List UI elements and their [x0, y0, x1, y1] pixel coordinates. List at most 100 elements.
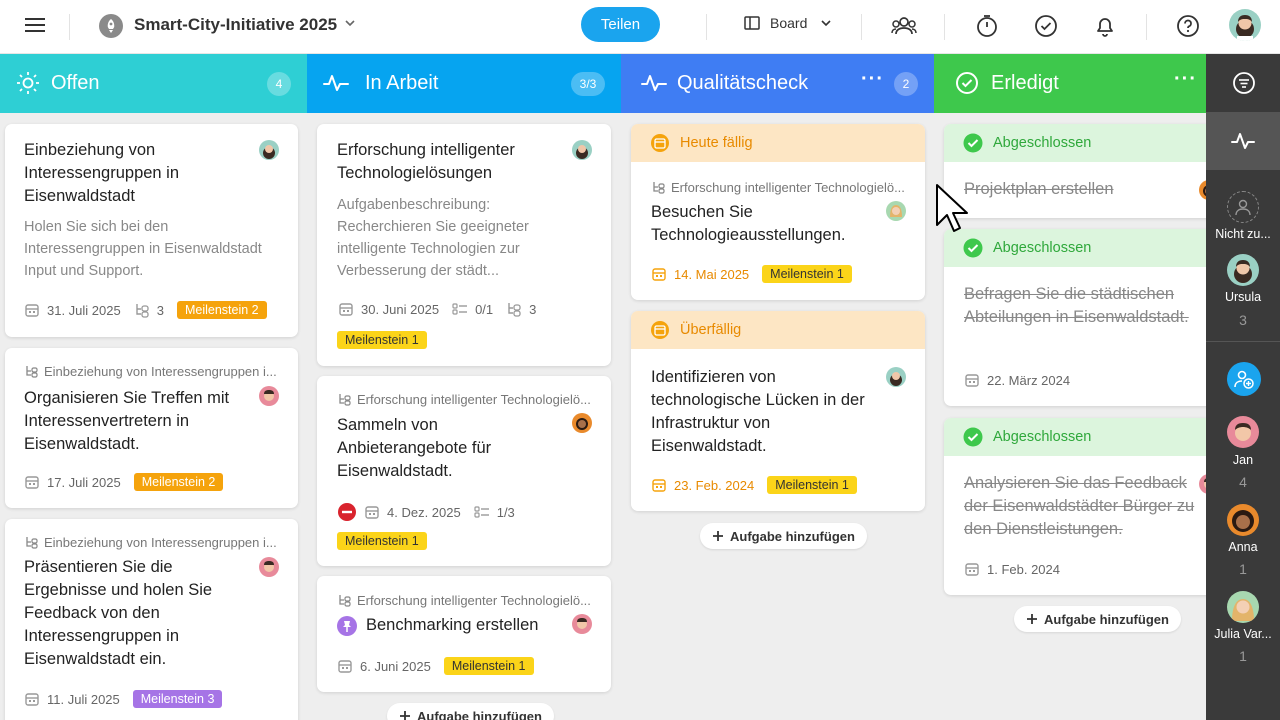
sidebar-user-avatar[interactable]: [1227, 591, 1259, 623]
milestone-badge[interactable]: Meilenstein 2: [133, 473, 224, 491]
task-date: 30. Juni 2025: [361, 301, 440, 317]
sidebar-user-avatar[interactable]: [1227, 504, 1259, 536]
task-card[interactable]: Erforschung intelligenter Technologielös…: [317, 124, 611, 366]
view-selector[interactable]: Board: [744, 15, 831, 31]
task-card[interactable]: Heute fällig Erforschung intelligenter T…: [631, 124, 925, 300]
parent-task: Einbeziehung von Interessengruppen i...: [24, 364, 279, 379]
task-card[interactable]: Abgeschlossen Projektplan erstellen: [944, 124, 1206, 218]
chevron-down-icon[interactable]: [345, 19, 355, 27]
rocket-icon: [98, 13, 124, 39]
column-header-erledigt[interactable]: Erledigt ···: [934, 54, 1206, 113]
due-today-banner: Heute fällig: [631, 124, 925, 162]
task-date: 31. Juli 2025: [47, 302, 121, 318]
task-card[interactable]: Abgeschlossen Befragen Sie die städtisch…: [944, 229, 1206, 406]
share-button[interactable]: Teilen: [581, 7, 660, 42]
assignee-avatar[interactable]: [259, 140, 279, 160]
task-title: Präsentieren Sie die Ergebnisse und hole…: [24, 558, 213, 668]
add-user-button[interactable]: [1227, 362, 1261, 396]
pin-icon: [337, 616, 357, 636]
task-title: Besuchen Sie Technologieausstellungen.: [651, 203, 846, 244]
overdue-banner: Überfällig: [631, 311, 925, 349]
more-options-icon[interactable]: ···: [1174, 68, 1197, 91]
add-user-icon: [1234, 370, 1254, 389]
check-circle-icon: [963, 238, 983, 258]
milestone-badge[interactable]: Meilenstein 1: [337, 331, 427, 349]
more-options-icon[interactable]: ···: [861, 68, 884, 91]
unassigned-avatar[interactable]: [1227, 191, 1259, 223]
add-task-button[interactable]: Aufgabe hinzufügen: [1014, 606, 1181, 632]
completed-banner: Abgeschlossen: [944, 418, 1206, 456]
task-meta: 23. Feb. 2024 Meilenstein 1: [651, 476, 857, 494]
mouse-cursor-icon: [935, 183, 971, 235]
calendar-icon: [365, 506, 379, 519]
check-circle-icon[interactable]: [1032, 12, 1060, 40]
milestone-badge[interactable]: Meilenstein 1: [767, 476, 857, 494]
calendar-icon: [651, 321, 669, 339]
filter-icon[interactable]: [1232, 71, 1256, 95]
task-card[interactable]: Einbeziehung von Interessengruppen i... …: [5, 348, 298, 508]
divider: [1146, 14, 1147, 40]
assignee-avatar[interactable]: [886, 367, 906, 387]
add-task-button[interactable]: Aufgabe hinzufügen: [387, 703, 554, 720]
assignee-avatar[interactable]: [259, 557, 279, 577]
milestone-badge[interactable]: Meilenstein 2: [176, 301, 267, 319]
column-title: Offen: [51, 72, 100, 94]
project-title[interactable]: Smart-City-Initiative 2025: [134, 15, 337, 35]
task-meta: 22. März 2024: [964, 372, 1070, 388]
column-count: 3/3: [571, 72, 605, 96]
blocked-icon[interactable]: [337, 502, 357, 522]
plus-icon: [400, 711, 410, 720]
menu-icon[interactable]: [25, 17, 45, 33]
checklist-icon: [474, 506, 489, 518]
subtask-icon: [339, 594, 351, 607]
task-card[interactable]: Einbeziehung von Interessengruppen in Ei…: [5, 124, 298, 337]
sidebar-user-avatar[interactable]: [1227, 254, 1259, 286]
timer-icon[interactable]: [973, 12, 1001, 40]
divider: [706, 14, 707, 40]
activity-tab[interactable]: [1206, 112, 1280, 170]
assignee-avatar[interactable]: [886, 201, 906, 221]
add-task-button[interactable]: Aufgabe hinzufügen: [700, 523, 867, 549]
task-title: Benchmarking erstellen: [366, 616, 539, 634]
column-header-offen[interactable]: Offen 4: [0, 54, 307, 113]
task-card[interactable]: Erforschung intelligenter Technologielö.…: [317, 576, 611, 692]
task-card[interactable]: Erforschung intelligenter Technologielö.…: [317, 376, 611, 566]
parent-task-label: Erforschung intelligenter Technologielö.…: [357, 593, 591, 608]
activity-icon: [641, 75, 667, 91]
milestone-badge[interactable]: Meilenstein 3: [132, 690, 223, 708]
user-avatar[interactable]: [1229, 9, 1261, 41]
sidebar-user-name: Nicht zu...: [1215, 227, 1271, 241]
checklist-icon: [452, 303, 468, 315]
milestone-badge[interactable]: Meilenstein 1: [337, 532, 427, 550]
task-card[interactable]: Einbeziehung von Interessengruppen i... …: [5, 519, 298, 720]
task-card[interactable]: Abgeschlossen Analysieren Sie das Feedba…: [944, 418, 1206, 595]
milestone-badge[interactable]: Meilenstein 1: [443, 657, 534, 675]
view-label: Board: [770, 15, 808, 31]
column-header-qualitaetscheck[interactable]: Qualitätscheck ··· 2: [621, 54, 934, 113]
task-description: Recherchieren Sie geeigneter intelligent…: [337, 219, 529, 279]
assignee-avatar[interactable]: [572, 413, 592, 433]
check-circle-icon: [963, 427, 983, 447]
activity-icon: [323, 75, 349, 91]
banner-label: Heute fällig: [680, 135, 753, 151]
task-title: Erforschung intelligenter Technologielös…: [337, 141, 515, 182]
assignee-avatar[interactable]: [572, 614, 592, 634]
assignee-avatar[interactable]: [259, 386, 279, 406]
sidebar-user-name: Anna: [1228, 540, 1258, 554]
task-title: Sammeln von Anbieterangebote für Eisenwa…: [337, 416, 492, 480]
sidebar-user-avatar[interactable]: [1227, 416, 1259, 448]
assignee-avatar[interactable]: [572, 140, 592, 160]
column-in-arbeit: In Arbeit 3/3 Erforschung intelligenter …: [307, 54, 621, 720]
task-card[interactable]: Überfällig Identifizieren von technologi…: [631, 311, 925, 511]
bell-icon[interactable]: [1091, 12, 1119, 40]
calendar-icon: [651, 134, 669, 152]
milestone-badge[interactable]: Meilenstein 1: [762, 265, 852, 283]
task-date: 1. Feb. 2024: [987, 561, 1060, 577]
task-meta: 17. Juli 2025 Meilenstein 2: [24, 473, 224, 491]
help-icon[interactable]: [1174, 12, 1202, 40]
task-date: 6. Juni 2025: [360, 658, 431, 674]
subtask-count: 3: [156, 302, 164, 318]
banner-label: Abgeschlossen: [993, 429, 1092, 445]
column-header-in-arbeit[interactable]: In Arbeit 3/3: [307, 54, 621, 113]
team-icon[interactable]: [890, 12, 918, 40]
